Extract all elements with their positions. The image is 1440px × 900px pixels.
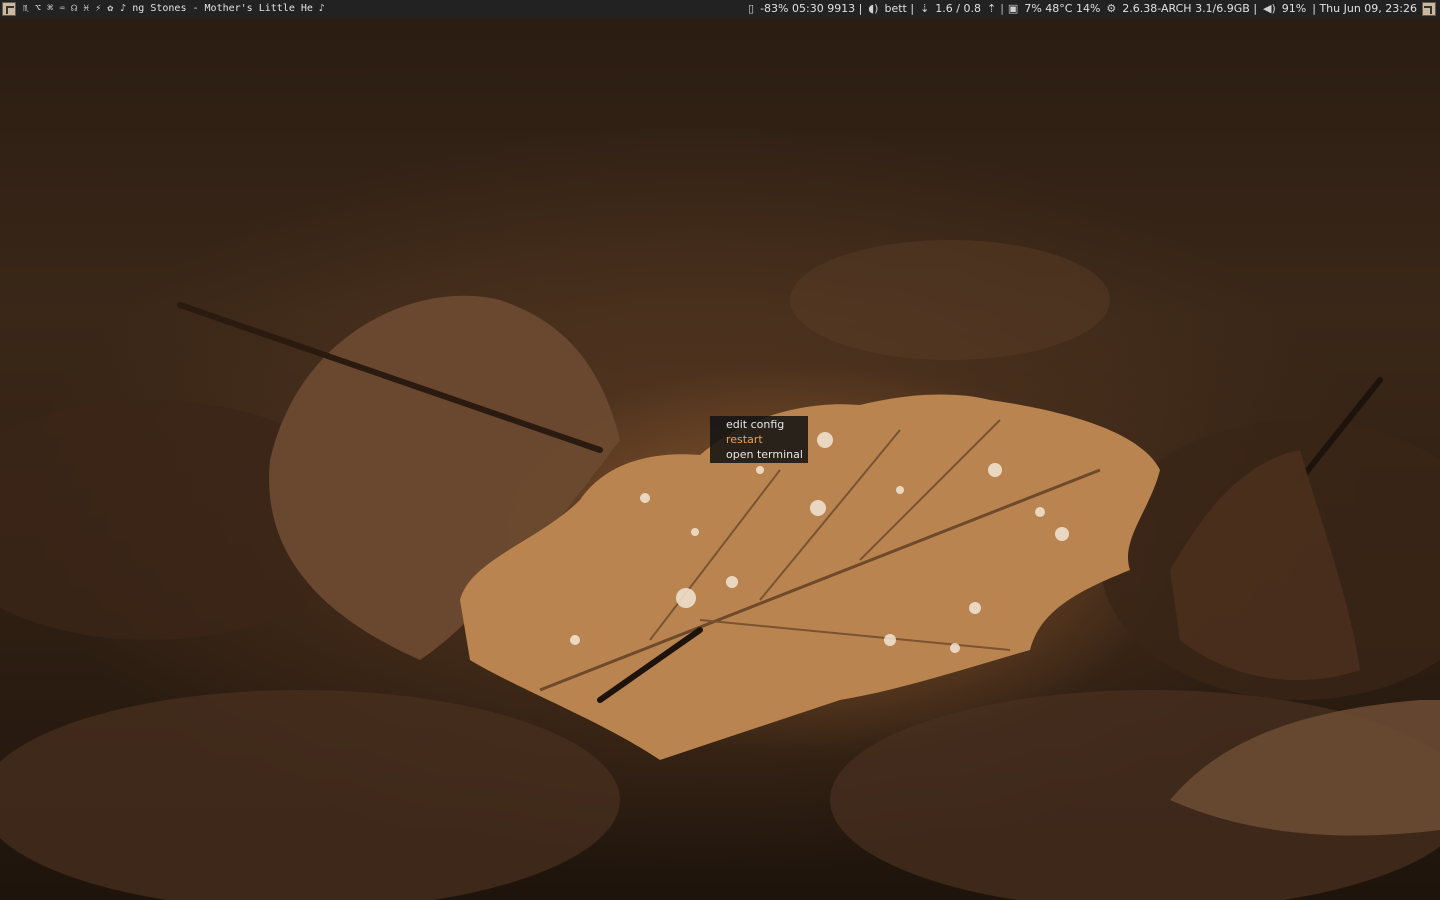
volume-icon[interactable]: ◀): [1260, 0, 1279, 18]
network-status: 1.6 / 0.8: [935, 2, 981, 15]
tag-6[interactable]: ♓: [83, 0, 89, 18]
system-status: 2.6.38-ARCH 3.1/6.9GB |: [1122, 2, 1258, 15]
status-bar: ♏ ⌥ ⌘ ♒ ☊ ♓ ⚡ ✿ ♪ ng Stones - Mother's L…: [0, 0, 1440, 18]
menu-item-open-terminal[interactable]: open terminal: [710, 447, 808, 462]
battery-icon: ▯: [748, 2, 755, 15]
context-menu: edit config restart open terminal: [710, 416, 808, 463]
menu-item-restart[interactable]: restart: [710, 432, 808, 447]
datetime: | Thu Jun 09, 23:26: [1312, 2, 1417, 15]
tag-2[interactable]: ⌥: [35, 0, 41, 18]
settings-icon: ⚙: [1106, 2, 1117, 15]
layout-icon[interactable]: [1422, 2, 1436, 16]
menu-item-edit-config[interactable]: edit config: [710, 417, 808, 432]
volume-status[interactable]: 91%: [1279, 0, 1309, 18]
tag-5[interactable]: ☊: [71, 0, 77, 18]
battery-status: -83% 05:30 9913 |: [760, 2, 863, 15]
tag-1[interactable]: ♏: [23, 0, 29, 18]
cpu-status: 7% 48°C 14%: [1024, 2, 1101, 15]
tag-3[interactable]: ⌘: [47, 0, 53, 18]
tag-4[interactable]: ♒: [59, 0, 65, 18]
tag-8[interactable]: ✿: [107, 0, 113, 18]
status-bar-right: ▯ -83% 05:30 9913 | ◖) bett | ⇣ 1.6 / 0.…: [745, 0, 1440, 18]
download-icon: ⇣: [920, 2, 930, 15]
cpu-icon: ▣: [1007, 2, 1019, 15]
upload-icon: ⇡: [986, 2, 997, 15]
status-bar-left: ♏ ⌥ ⌘ ♒ ☊ ♓ ⚡ ✿ ♪ ng Stones - Mother's L…: [0, 0, 325, 18]
wifi-status: bett |: [884, 2, 915, 15]
wifi-icon: ◖): [868, 2, 879, 15]
tag-7[interactable]: ⚡: [95, 0, 101, 18]
layout-icon[interactable]: [2, 2, 16, 16]
now-playing[interactable]: ♪ ng Stones - Mother's Little He ♪: [120, 0, 325, 18]
